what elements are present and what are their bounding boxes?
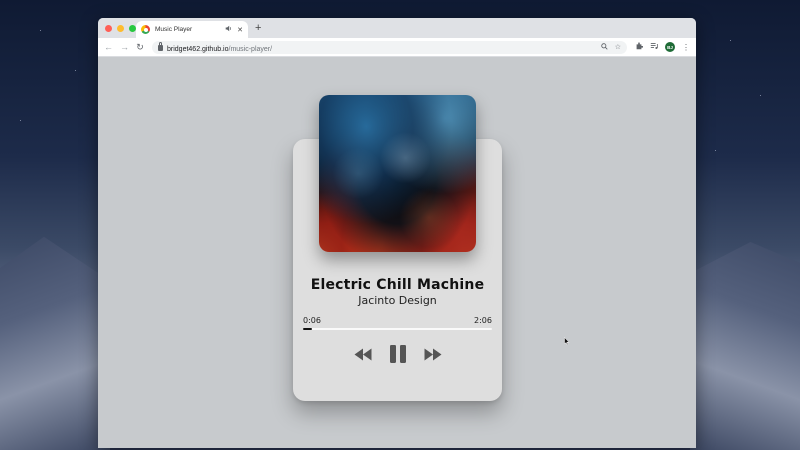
desktop-star — [40, 30, 41, 31]
progress-bar[interactable] — [303, 328, 492, 330]
maximize-window-button[interactable] — [129, 25, 136, 32]
tab-title: Music Player — [155, 26, 193, 33]
profile-avatar[interactable]: BJ — [665, 42, 675, 52]
tab-music-player[interactable]: Music Player ✕ — [136, 21, 248, 38]
new-tab-button[interactable]: + — [255, 21, 261, 35]
song-title: Electric Chill Machine — [310, 277, 485, 293]
mouse-cursor-icon — [564, 337, 570, 345]
desktop-dune — [690, 242, 800, 450]
url-path: /music-player/ — [228, 46, 273, 53]
close-tab-icon[interactable]: ✕ — [237, 26, 243, 34]
desktop-star — [730, 40, 731, 41]
lock-icon[interactable] — [158, 42, 163, 51]
song-artist: Jacinto Design — [358, 294, 437, 307]
media-controls-icon[interactable] — [650, 42, 658, 52]
page-viewport: Electric Chill Machine Jacinto Design 0:… — [98, 57, 696, 448]
desktop-star — [20, 120, 21, 121]
back-arrow-icon[interactable]: ← — [104, 42, 113, 52]
playback-controls — [293, 344, 502, 364]
extensions-icon[interactable] — [635, 42, 644, 52]
menu-kebab-icon[interactable]: ⋮ — [682, 43, 690, 52]
pause-icon[interactable] — [388, 344, 408, 364]
close-window-button[interactable] — [105, 25, 112, 32]
desktop-dune — [0, 236, 110, 450]
album-art — [319, 95, 476, 252]
bookmark-star-icon[interactable]: ☆ — [615, 43, 621, 52]
browser-toolbar: ← → ↻ bridget462.github.io/music-player/… — [98, 38, 696, 57]
total-time: 2:06 — [474, 316, 492, 325]
desktop-star — [715, 150, 716, 151]
forward-arrow-icon[interactable]: → — [120, 42, 129, 52]
address-bar[interactable]: bridget462.github.io/music-player/ ☆ — [152, 40, 627, 54]
url-host: bridget462.github.io — [167, 46, 229, 53]
desktop-star — [75, 70, 76, 71]
rewind-icon[interactable] — [354, 348, 372, 361]
browser-window: Music Player ✕ + ← → ↻ bridget462.github… — [98, 18, 696, 448]
minimize-window-button[interactable] — [117, 25, 124, 32]
current-time: 0:06 — [303, 316, 321, 325]
reload-icon[interactable]: ↻ — [136, 42, 144, 52]
favicon-icon — [141, 25, 150, 34]
speaker-icon[interactable] — [225, 25, 232, 34]
progress-fill — [303, 328, 313, 330]
zoom-icon[interactable] — [600, 42, 608, 52]
window-controls — [105, 25, 136, 32]
tab-strip: Music Player ✕ + — [98, 18, 696, 38]
desktop-star — [760, 95, 761, 96]
fast-forward-icon[interactable] — [424, 348, 442, 361]
